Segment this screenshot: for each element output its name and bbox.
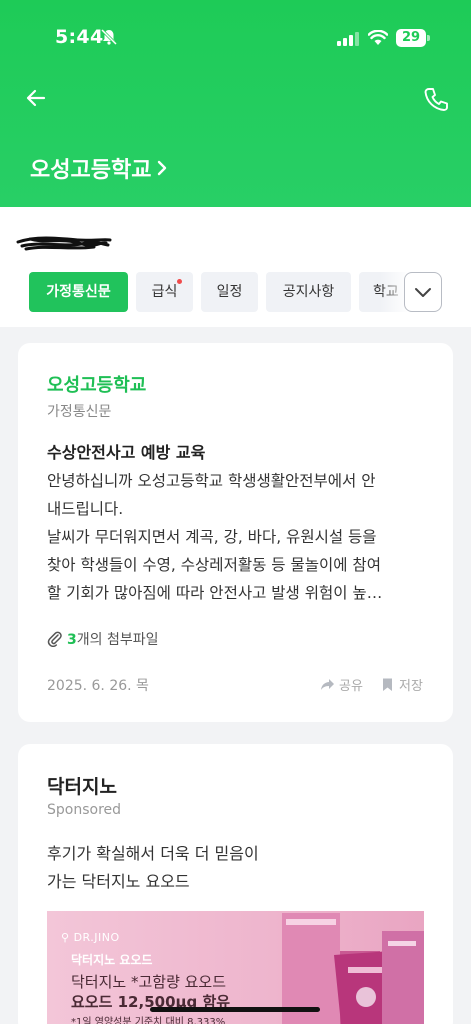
attachments-link[interactable]: 3개의 첨부파일: [47, 629, 158, 649]
ad-banner-line: 닥터지노 요오드: [71, 953, 153, 967]
category-tabs: 가정통신문 급식 일정 공지사항 학교: [0, 272, 471, 312]
notice-school: 오성고등학교: [47, 375, 147, 396]
bell-muted-icon: [100, 28, 118, 46]
notice-date: 2025. 6. 26. 목: [47, 678, 149, 694]
notice-body-line: 할 기회가 많아짐에 따라 안전사고 발생 위험이 높…: [47, 584, 383, 602]
ad-text-line: 가는 닥터지노 요오드: [47, 872, 190, 891]
page-title: 오성고등학교: [30, 158, 152, 183]
tab-notices[interactable]: 공지사항: [266, 272, 351, 312]
signal-icon: [337, 32, 359, 46]
tab-schedule[interactable]: 일정: [201, 272, 258, 312]
notice-body-line: 내드립니다.: [47, 500, 124, 518]
new-badge-dot: [177, 279, 182, 284]
ad-brand: 닥터지노: [47, 776, 117, 798]
phone-icon[interactable]: [423, 86, 449, 112]
status-bar: 5:44 29: [0, 26, 471, 52]
redaction-scribble: [16, 236, 112, 251]
ad-banner-line: *1일 영양성분 기준치 대비 8,333%: [71, 1017, 226, 1024]
chevron-down-icon: [415, 288, 431, 297]
share-label: 공유: [339, 679, 363, 694]
bookmark-icon: [383, 678, 392, 691]
tab-meals[interactable]: 급식: [136, 272, 193, 312]
ad-logo: ⚲ DR.JINO: [61, 931, 120, 944]
chevron-right-icon: [158, 160, 167, 176]
battery-level: 29: [396, 29, 426, 47]
app-header: 5:44 29 오성고등학교: [0, 0, 471, 207]
save-button[interactable]: 저장: [380, 675, 423, 694]
status-time: 5:44: [55, 26, 104, 48]
notice-card[interactable]: 오성고등학교 가정통신문 수상안전사고 예방 교육 안녕하십니까 오성고등학교 …: [18, 343, 453, 722]
notice-body-line: 안녕하십니까 오성고등학교 학생생활안전부에서 안: [47, 472, 376, 490]
sponsored-label: Sponsored: [47, 802, 122, 818]
ad-banner-line: 닥터지노 *고함량 요오드: [71, 973, 227, 991]
share-button[interactable]: 공유: [320, 675, 363, 694]
tab-family-newsletter[interactable]: 가정통신문: [29, 272, 128, 312]
notice-body-line: 찾아 학생들이 수영, 수상레저활동 등 물놀이에 참여: [47, 556, 381, 574]
battery-icon: 29: [396, 29, 430, 47]
wifi-icon: [368, 30, 388, 45]
paperclip-icon: [47, 631, 62, 647]
ad-text: 후기가 확실해서 더욱 더 믿음이 가는 닥터지노 요오드: [47, 840, 259, 896]
school-title-link[interactable]: 오성고등학교: [30, 152, 169, 184]
save-label: 저장: [399, 679, 423, 694]
notice-category: 가정통신문: [47, 404, 112, 420]
back-arrow-icon[interactable]: [24, 86, 48, 110]
attachment-count: 3: [67, 632, 77, 648]
notice-body: 안녕하십니까 오성고등학교 학생생활안전부에서 안 내드립니다. 날씨가 무더워…: [47, 467, 427, 607]
attachment-label: 개의 첨부파일: [76, 632, 159, 648]
ad-text-line: 후기가 확실해서 더욱 더 믿음이: [47, 844, 259, 863]
home-indicator: [150, 1007, 320, 1012]
ad-card[interactable]: 닥터지노 Sponsored 후기가 확실해서 더욱 더 믿음이 가는 닥터지노…: [18, 744, 453, 1024]
notice-title: 수상안전사고 예방 교육: [47, 443, 206, 462]
share-arrow-icon: [321, 679, 334, 690]
tab-meals-label: 급식: [151, 284, 178, 300]
expand-tabs-button[interactable]: [404, 272, 442, 312]
notice-body-line: 날씨가 무더워지면서 계곡, 강, 바다, 유원시설 등을: [47, 528, 377, 546]
